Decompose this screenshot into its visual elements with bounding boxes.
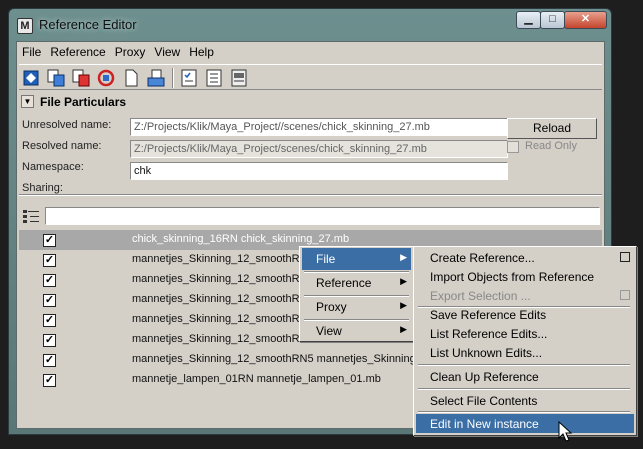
context-item-label: View (316, 324, 342, 338)
unresolved-name-field[interactable]: Z:/Projects/Klik/Maya_Project//scenes/ch… (130, 118, 508, 136)
reference-name: mannetjes_Skinning_12_smoothRN (132, 253, 308, 265)
context-item-reference[interactable]: Reference ▶ (302, 272, 411, 294)
submenu-arrow-icon: ▶ (400, 252, 407, 262)
import-objects-item[interactable]: Import Objects from Reference (416, 267, 634, 286)
load-checkbox[interactable]: ✓ (43, 254, 56, 267)
reference-name: mannetjes_Skinning_12_smoothRN5 mannetje… (132, 353, 428, 365)
file-particulars-header[interactable]: ▼ File Particulars (21, 95, 601, 111)
reference-name: mannetjes_Skinning_12_smoothRN (132, 273, 308, 285)
unresolved-name-label: Unresolved name: (22, 119, 112, 131)
menu-view[interactable]: View (149, 42, 184, 59)
submenu-item-label: Create Reference... (430, 251, 535, 265)
reference-name: mannetje_lampen_01RN mannetje_lampen_01.… (132, 373, 381, 385)
option-box-icon[interactable] (620, 252, 630, 262)
toolbar-separator (172, 68, 174, 88)
submenu-item-label: Import Objects from Reference (430, 270, 595, 284)
load-checkbox[interactable]: ✓ (43, 374, 56, 387)
context-item-file[interactable]: File ▶ (302, 248, 411, 270)
read-only-label: Read Only (525, 140, 577, 152)
section-divider (19, 194, 602, 196)
context-item-label: Reference (316, 276, 372, 290)
replace-reference-icon[interactable] (96, 68, 116, 88)
window-title: Reference Editor (39, 17, 137, 32)
context-item-label: File (316, 252, 336, 266)
minimize-button[interactable]: ▁ (516, 11, 541, 29)
context-item-label: Proxy (316, 300, 347, 314)
section-title: File Particulars (40, 95, 127, 109)
reference-name: mannetjes_Skinning_12_smoothRN (132, 313, 308, 325)
mouse-pointer-icon (558, 420, 574, 443)
submenu-item-label: Clean Up Reference (430, 370, 539, 384)
load-checkbox[interactable]: ✓ (43, 234, 56, 247)
submenu-arrow-icon: ▶ (400, 300, 407, 310)
namespace-field[interactable]: chk (130, 162, 508, 180)
save-reference-edits-item[interactable]: Save Reference Edits (416, 305, 634, 324)
file-info-icon[interactable] (229, 68, 249, 88)
reference-name: mannetjes_Skinning_12_smoothRN (132, 293, 308, 305)
menu-separator (418, 364, 630, 366)
export-selection-item: Export Selection ... (416, 286, 634, 305)
import-reference-icon[interactable] (71, 68, 91, 88)
list-edits-icon[interactable] (179, 68, 199, 88)
close-button[interactable]: ✕ (564, 11, 607, 29)
option-box-icon (620, 290, 630, 300)
resolved-name-label: Resolved name: (22, 140, 102, 152)
list-unknown-edits-item[interactable]: List Unknown Edits... (416, 343, 634, 362)
reload-button[interactable]: Reload (507, 118, 597, 139)
menu-help[interactable]: Help (184, 42, 218, 59)
clean-up-reference-item[interactable]: Clean Up Reference (416, 367, 634, 386)
load-checkbox[interactable]: ✓ (43, 354, 56, 367)
submenu-item-label: Save Reference Edits (430, 308, 547, 322)
list-unknown-edits-icon[interactable] (204, 68, 224, 88)
load-checkbox[interactable]: ✓ (43, 294, 56, 307)
submenu-item-label: Export Selection ... (430, 289, 531, 303)
submenu-arrow-icon: ▶ (400, 276, 407, 286)
file-submenu: Create Reference... Import Objects from … (413, 246, 637, 436)
menu-file[interactable]: File (17, 42, 45, 59)
edit-in-new-instance-item[interactable]: Edit in New instance (416, 414, 634, 433)
load-checkbox[interactable]: ✓ (43, 274, 56, 287)
select-file-contents-item[interactable]: Select File Contents (416, 391, 634, 410)
submenu-item-label: Select File Contents (430, 394, 538, 408)
load-checkbox[interactable]: ✓ (43, 314, 56, 327)
submenu-arrow-icon: ▶ (400, 324, 407, 334)
menu-proxy[interactable]: Proxy (110, 42, 150, 59)
namespace-label: Namespace: (22, 161, 84, 173)
menu-bar: File Reference Proxy View Help (17, 42, 604, 62)
read-only-checkbox[interactable] (507, 141, 519, 153)
collapse-arrow-icon[interactable]: ▼ (21, 95, 34, 108)
menu-reference[interactable]: Reference (45, 42, 109, 59)
reference-name: chick_skinning_16RN chick_skinning_27.mb (132, 233, 350, 245)
submenu-item-label: List Reference Edits... (430, 327, 548, 341)
title-bar[interactable]: M Reference Editor ▁ □ ✕ (9, 9, 611, 41)
menu-separator (418, 388, 630, 390)
create-reference-icon[interactable] (46, 68, 66, 88)
filter-icon[interactable] (22, 209, 40, 225)
list-reference-edits-item[interactable]: List Reference Edits... (416, 324, 634, 343)
context-item-proxy[interactable]: Proxy ▶ (302, 296, 411, 318)
toolbar (19, 64, 602, 90)
submenu-item-label: Edit in New instance (430, 417, 539, 431)
reference-name: mannetjes_Skinning_12_smoothRN (132, 333, 308, 345)
resolved-name-field: Z:/Projects/Klik/Maya_Project/scenes/chi… (130, 140, 508, 158)
sharing-label: Sharing: (22, 182, 63, 194)
new-file-icon[interactable] (121, 68, 141, 88)
load-checkbox[interactable]: ✓ (43, 334, 56, 347)
context-menu: File ▶ Reference ▶ Proxy ▶ View ▶ (299, 246, 414, 342)
maximize-button[interactable]: □ (540, 11, 565, 29)
context-item-view[interactable]: View ▶ (302, 320, 411, 342)
proxy-icon[interactable] (146, 68, 166, 88)
create-reference-item[interactable]: Create Reference... (416, 248, 634, 267)
submenu-item-label: List Unknown Edits... (430, 346, 543, 360)
reload-reference-icon[interactable] (21, 68, 41, 88)
menu-separator (418, 411, 630, 413)
maya-app-icon: M (17, 18, 33, 34)
filter-input[interactable] (45, 207, 600, 225)
